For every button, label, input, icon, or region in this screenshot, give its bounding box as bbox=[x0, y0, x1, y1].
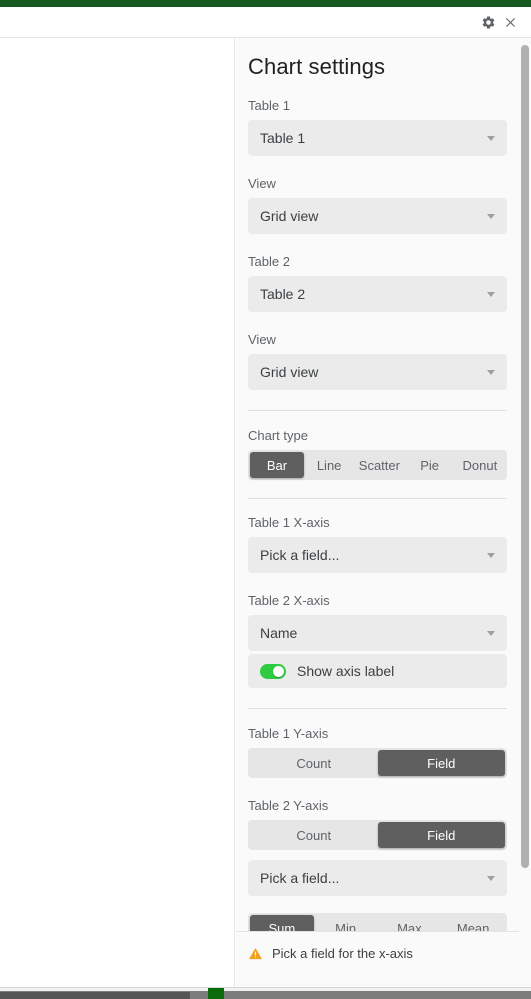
table1-yaxis-option-count[interactable]: Count bbox=[250, 750, 378, 776]
chart-type-option-line[interactable]: Line bbox=[304, 452, 354, 478]
table2-select[interactable]: Table 2 bbox=[248, 276, 507, 312]
table1-yaxis-segmented-control: Count Field bbox=[248, 748, 507, 778]
status-message: Pick a field for the x-axis bbox=[272, 946, 413, 961]
table1-label: Table 1 bbox=[248, 98, 290, 113]
table2-yaxis-field-select[interactable]: Pick a field... bbox=[248, 860, 507, 896]
chevron-down-icon bbox=[487, 370, 495, 375]
table1-select-value: Table 1 bbox=[260, 130, 306, 146]
gear-icon[interactable] bbox=[477, 11, 499, 33]
table1-xaxis-label: Table 1 X-axis bbox=[248, 515, 330, 530]
table1-view-label: View bbox=[248, 176, 276, 191]
divider bbox=[248, 498, 507, 499]
table2-view-label: View bbox=[248, 332, 276, 347]
panel-vertical-scrollbar-thumb[interactable] bbox=[521, 45, 529, 868]
show-axis-label-toggle[interactable] bbox=[260, 663, 286, 679]
chevron-down-icon bbox=[487, 631, 495, 636]
page-title: Chart settings bbox=[248, 54, 386, 79]
chart-type-segmented-control: Bar Line Scatter Pie Donut bbox=[248, 450, 507, 480]
chart-type-label: Chart type bbox=[248, 428, 308, 443]
table2-yaxis-option-field[interactable]: Field bbox=[377, 822, 505, 848]
table2-yaxis-field-select-value: Pick a field... bbox=[260, 870, 340, 886]
toggle-knob bbox=[273, 665, 284, 677]
table2-yaxis-segmented-control: Count Field bbox=[248, 820, 507, 850]
table2-yaxis-label: Table 2 Y-axis bbox=[248, 798, 329, 813]
table2-view-select[interactable]: Grid view bbox=[248, 354, 507, 390]
table2-view-select-value: Grid view bbox=[260, 364, 319, 380]
titlebar bbox=[0, 7, 531, 38]
table2-xaxis-select[interactable]: Name bbox=[248, 615, 507, 651]
table1-yaxis-label: Table 1 Y-axis bbox=[248, 726, 329, 741]
table1-xaxis-select[interactable]: Pick a field... bbox=[248, 537, 507, 573]
window-accent-strip bbox=[0, 0, 531, 7]
show-axis-label-text: Show axis label bbox=[297, 663, 395, 679]
horizontal-scrollbar-position-marker bbox=[208, 988, 224, 999]
divider bbox=[248, 708, 507, 709]
chart-type-option-scatter[interactable]: Scatter bbox=[354, 452, 404, 478]
horizontal-scrollbar[interactable] bbox=[0, 987, 531, 999]
horizontal-scrollbar-left-segment bbox=[0, 992, 190, 999]
chart-type-option-pie[interactable]: Pie bbox=[405, 452, 455, 478]
app-window: Chart settings Table 1 Table 1 View Grid… bbox=[0, 0, 531, 999]
table2-xaxis-select-value: Name bbox=[260, 625, 298, 641]
table1-view-select[interactable]: Grid view bbox=[248, 198, 507, 234]
table1-view-select-value: Grid view bbox=[260, 208, 319, 224]
panel-vertical-scrollbar[interactable] bbox=[519, 38, 531, 987]
chevron-down-icon bbox=[487, 876, 495, 881]
status-bar: Pick a field for the x-axis bbox=[236, 931, 531, 975]
table2-yaxis-option-count[interactable]: Count bbox=[250, 822, 378, 848]
close-icon[interactable] bbox=[499, 11, 521, 33]
warning-triangle-icon bbox=[248, 946, 263, 961]
table2-xaxis-label: Table 2 X-axis bbox=[248, 593, 330, 608]
table1-xaxis-select-value: Pick a field... bbox=[260, 547, 340, 563]
chart-type-option-bar[interactable]: Bar bbox=[250, 452, 304, 478]
chevron-down-icon bbox=[487, 292, 495, 297]
chevron-down-icon bbox=[487, 136, 495, 141]
table1-select[interactable]: Table 1 bbox=[248, 120, 507, 156]
chart-settings-scroll-content: Chart settings Table 1 Table 1 View Grid… bbox=[236, 38, 519, 943]
chart-settings-panel: Chart settings Table 1 Table 1 View Grid… bbox=[236, 38, 531, 987]
show-axis-label-toggle-row[interactable]: Show axis label bbox=[248, 654, 507, 688]
table2-label: Table 2 bbox=[248, 254, 290, 269]
divider bbox=[248, 410, 507, 411]
chevron-down-icon bbox=[487, 553, 495, 558]
chart-preview-canvas bbox=[0, 38, 235, 987]
chevron-down-icon bbox=[487, 214, 495, 219]
table1-yaxis-option-field[interactable]: Field bbox=[377, 750, 505, 776]
table2-select-value: Table 2 bbox=[260, 286, 306, 302]
chart-type-option-donut[interactable]: Donut bbox=[455, 452, 505, 478]
